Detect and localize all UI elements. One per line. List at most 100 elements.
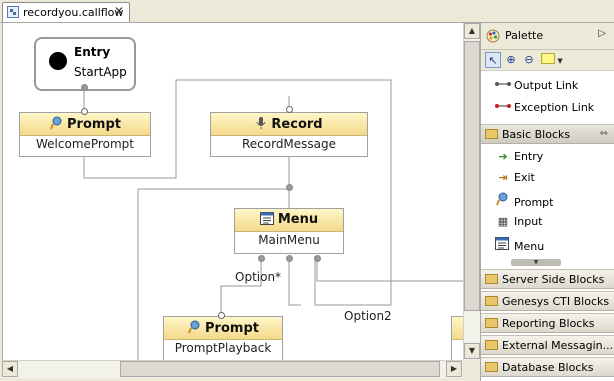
drawer-label: Reporting Blocks (502, 317, 595, 330)
record-input-point[interactable] (286, 106, 293, 113)
exception-link-icon (495, 104, 511, 108)
input-icon: ▦ (497, 215, 509, 228)
close-icon[interactable]: ✕ (114, 4, 124, 18)
microphone-icon (256, 117, 266, 129)
entry-icon: ➔ (498, 150, 508, 163)
drawer-label: Server Side Blocks (502, 273, 605, 286)
palette-item-label: Entry (514, 150, 544, 163)
menu-output-point-2[interactable] (286, 255, 293, 262)
prompt-icon (50, 116, 62, 130)
palette-item-label: Input (514, 215, 543, 228)
entry-dot-icon (49, 52, 67, 70)
scroll-up-icon[interactable]: ▲ (464, 23, 480, 39)
palette-item-exception-link[interactable]: Exception Link (495, 101, 594, 114)
palette-panel: Palette ▷ ↖ ⊕ ⊖ ▼ Output Link Exception … (480, 23, 614, 381)
link-menu-option2 (288, 256, 301, 306)
folder-open-icon (485, 129, 498, 139)
menu-node-header: Menu (235, 209, 343, 232)
prompt-node-welcome[interactable]: Prompt WelcomePrompt (19, 112, 151, 157)
vertical-scrollbar[interactable]: ▲ ▼ (463, 23, 481, 360)
palette-collapse-icon[interactable]: ▷ (598, 28, 606, 39)
menu-node-title: Menu (277, 212, 319, 227)
palette-item-output-link[interactable]: Output Link (495, 79, 578, 92)
palette-scroll-more-icon[interactable]: ▼ (511, 259, 561, 266)
drawer-genesys-cti-blocks[interactable]: Genesys CTI Blocks (481, 291, 614, 311)
link-menu-option-star (220, 256, 262, 316)
entry-output-point[interactable] (81, 84, 88, 91)
prompt-playback-input-point[interactable] (218, 312, 225, 319)
scroll-down-icon[interactable]: ▼ (464, 343, 480, 359)
palette-item-input[interactable]: ▦ Input (495, 215, 543, 228)
folder-icon (485, 340, 498, 350)
edge-label-option-star: Option* (235, 270, 282, 284)
palette-item-label: Output Link (514, 79, 579, 92)
scrollbar-corner (463, 360, 480, 377)
editor-tab-bar: recordyou.callflow ✕ (0, 0, 614, 23)
drawer-external-messaging[interactable]: External Messagin... (481, 335, 614, 355)
drawer-label: Genesys CTI Blocks (502, 295, 610, 308)
output-link-icon (495, 82, 511, 86)
record-node-header: Record (211, 113, 367, 136)
prompt-node-header: Prompt (164, 317, 282, 340)
palette-item-menu[interactable]: Menu (495, 237, 544, 253)
pin-icon[interactable]: ⇔ (600, 128, 608, 139)
zoom-out-icon[interactable]: ⊖ (521, 52, 537, 68)
record-node[interactable]: Record RecordMessage (210, 112, 368, 157)
vertical-scroll-thumb[interactable] (464, 41, 480, 311)
prompt-icon (496, 192, 508, 206)
palette-item-label: Menu (514, 240, 545, 253)
exit-icon: ⇥ (498, 171, 508, 184)
horizontal-scroll-thumb[interactable] (120, 361, 440, 377)
menu-output-point-1[interactable] (258, 255, 265, 262)
prompt-node-name: WelcomePrompt (36, 137, 134, 151)
select-tool-icon[interactable]: ↖ (485, 52, 501, 68)
palette-header: Palette ▷ (481, 23, 614, 50)
menu-output-point-3[interactable] (314, 255, 321, 262)
prompt-node-title: Prompt (205, 321, 259, 336)
callflow-canvas[interactable]: Entry StartApp Prompt WelcomePrompt Reco… (2, 23, 464, 360)
note-tool-icon[interactable]: ▼ (539, 52, 565, 68)
entry-node[interactable]: Entry StartApp (34, 37, 136, 91)
record-output-point[interactable] (286, 184, 293, 191)
palette-icon (486, 29, 500, 43)
menu-node[interactable]: Menu MainMenu (234, 208, 344, 254)
palette-item-entry[interactable]: ➔ Entry (495, 150, 543, 163)
prompt-input-point[interactable] (81, 108, 88, 115)
editor-tab-title: recordyou.callflow (23, 6, 124, 19)
menu-icon (259, 212, 274, 225)
palette-item-label: Exception Link (514, 101, 595, 114)
record-node-name: RecordMessage (241, 137, 337, 151)
palette-title: Palette (505, 29, 544, 42)
horizontal-scrollbar[interactable]: ◀ ▶ (2, 360, 463, 378)
palette-item-exit[interactable]: ⇥ Exit (495, 171, 535, 184)
palette-item-prompt[interactable]: Prompt (495, 192, 553, 209)
drawer-basic-blocks[interactable]: Basic Blocks ⇔ (481, 124, 614, 144)
prompt-node-name: PromptPlayback (174, 341, 272, 355)
editor-tab[interactable]: recordyou.callflow ✕ (2, 2, 130, 22)
entry-subtitle: StartApp (74, 65, 127, 79)
folder-icon (485, 362, 498, 372)
entry-title: Entry (74, 45, 111, 59)
scroll-right-icon[interactable]: ▶ (446, 361, 462, 377)
drawer-server-side-blocks[interactable]: Server Side Blocks (481, 269, 614, 289)
zoom-in-icon[interactable]: ⊕ (503, 52, 519, 68)
prompt-icon (188, 320, 200, 334)
drawer-label: External Messagin... (502, 339, 614, 352)
drawer-database-blocks[interactable]: Database Blocks (481, 357, 614, 377)
edge-label-option2: Option2 (344, 309, 392, 323)
palette-toolbar: ↖ ⊕ ⊖ ▼ (481, 50, 614, 71)
drawer-label: Basic Blocks (502, 128, 571, 141)
prompt-node-title: Prompt (67, 117, 121, 132)
palette-item-label: Exit (514, 171, 535, 184)
palette-item-label: Prompt (514, 196, 554, 209)
folder-icon (485, 274, 498, 284)
scroll-left-icon[interactable]: ◀ (2, 361, 18, 377)
record-node-title: Record (271, 117, 323, 132)
folder-icon (485, 296, 498, 306)
menu-node-name: MainMenu (258, 233, 320, 247)
callflow-file-icon (7, 6, 19, 18)
drawer-reporting-blocks[interactable]: Reporting Blocks (481, 313, 614, 333)
prompt-node-playback[interactable]: Prompt PromptPlayback (163, 316, 283, 360)
folder-icon (485, 318, 498, 328)
menu-icon (495, 237, 509, 250)
